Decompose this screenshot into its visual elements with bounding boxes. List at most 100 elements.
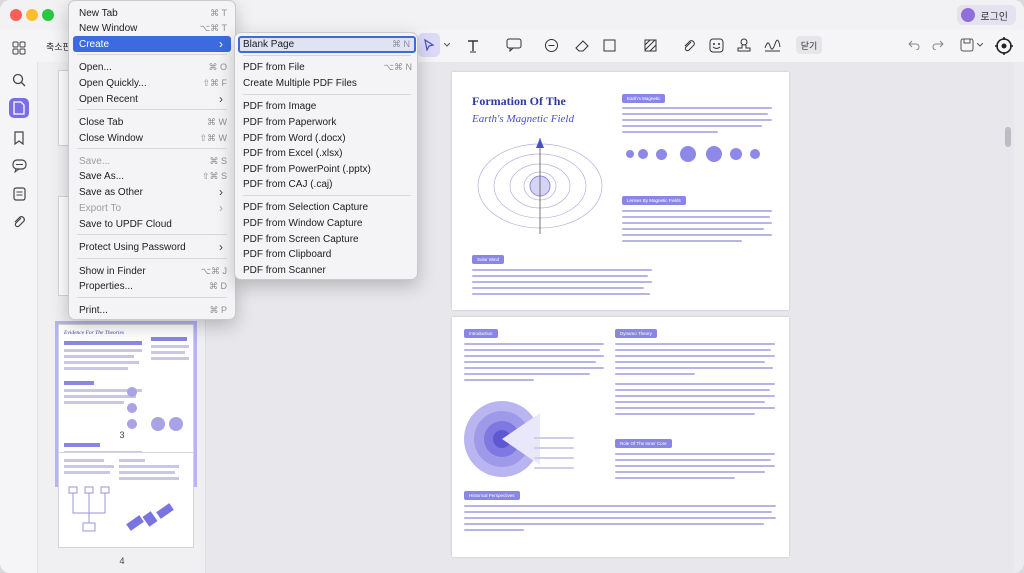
submenu-item-pdf-from-window-capture[interactable]: PDF from Window Capture <box>238 215 416 231</box>
forms-button[interactable] <box>9 184 29 204</box>
section-chip: Dynamo Theory <box>615 329 657 338</box>
menu-item-create[interactable]: Create › <box>73 36 231 52</box>
menu-item-save-to-cloud[interactable]: Save to UPDF Cloud <box>73 216 231 232</box>
submenu-item-blank-page[interactable]: Blank Page ⌘ N <box>238 36 416 53</box>
save-icon[interactable] <box>960 38 974 52</box>
menu-item-open-recent[interactable]: Open Recent › <box>73 91 231 107</box>
menu-item-label: Save to UPDF Cloud <box>79 218 172 230</box>
menu-item-label: PDF from File <box>243 61 305 73</box>
rectangle-tool-icon[interactable] <box>603 39 616 52</box>
chevron-right-icon: › <box>219 240 223 254</box>
menu-item-label: PDF from Image <box>243 100 317 112</box>
vertical-scrollbar[interactable] <box>1005 127 1011 147</box>
app-window: 로그인 축소판 닫기 Evidence For The Theories 3 4… <box>0 0 1024 573</box>
chevron-right-icon: › <box>219 37 223 51</box>
menu-item-label: Print... <box>79 304 108 316</box>
chevron-down-icon[interactable] <box>444 43 450 47</box>
zoom-window-button[interactable] <box>42 9 54 21</box>
close-button[interactable]: 닫기 <box>796 36 822 54</box>
section-chip: Historical Perspectives <box>464 491 520 500</box>
select-tool-button[interactable] <box>418 33 440 57</box>
thumbnail-page-number: 4 <box>119 556 125 566</box>
menu-item-print[interactable]: Print... ⌘ P <box>73 302 231 318</box>
submenu-item-pdf-from-paperwork[interactable]: PDF from Paperwork <box>238 114 416 130</box>
attachment-icon[interactable] <box>682 38 696 53</box>
redo-icon[interactable] <box>932 40 944 50</box>
minimize-window-button[interactable] <box>26 9 38 21</box>
section-chip: Solar Wind <box>472 255 505 264</box>
search-icon <box>12 73 26 87</box>
magnetic-field-diagram <box>477 138 603 234</box>
menu-item-show-in-finder[interactable]: Show in Finder ⌥⌘ J <box>73 263 231 279</box>
thumbnail-grid-button[interactable] <box>9 38 29 58</box>
menu-item-close-tab[interactable]: Close Tab ⌘ W <box>73 114 231 130</box>
submenu-item-pdf-from-excel[interactable]: PDF from Excel (.xlsx) <box>238 145 416 161</box>
menu-item-save-as-other[interactable]: Save as Other › <box>73 184 231 200</box>
page-heading: Formation Of The <box>472 94 566 108</box>
menu-item-new-tab[interactable]: New Tab ⌘ T <box>73 5 231 21</box>
hatch-area-icon[interactable] <box>644 39 657 52</box>
menu-item-properties[interactable]: Properties... ⌘ D <box>73 278 231 294</box>
menu-item-label: Save As... <box>79 170 125 182</box>
menu-separator <box>243 94 411 95</box>
menu-item-label: Open Quickly... <box>79 77 147 89</box>
close-window-button[interactable] <box>10 9 22 21</box>
menu-item-label: Properties... <box>79 280 133 292</box>
pdf-page-1: Formation Of The Earth's Magnetic Field … <box>452 72 789 310</box>
submenu-item-pdf-from-caj[interactable]: PDF from CAJ (.caj) <box>238 176 416 192</box>
submenu-item-pdf-from-scanner[interactable]: PDF from Scanner <box>238 262 416 278</box>
submenu-item-pdf-from-screen-capture[interactable]: PDF from Screen Capture <box>238 231 416 247</box>
submenu-item-create-multiple-pdf[interactable]: Create Multiple PDF Files <box>238 75 416 91</box>
comments-button[interactable] <box>9 156 29 176</box>
menu-item-protect-password[interactable]: Protect Using Password › <box>73 239 231 255</box>
menu-item-new-window[interactable]: New Window ⌥⌘ T <box>73 20 231 36</box>
menu-item-close-window[interactable]: Close Window ⇧⌘ W <box>73 130 231 146</box>
page-thumbnail-4[interactable] <box>58 452 194 548</box>
submenu-item-pdf-from-clipboard[interactable]: PDF from Clipboard <box>238 246 416 262</box>
section-chip: Lenses By Magnetic Fields <box>622 196 686 205</box>
note-tool-icon[interactable] <box>544 38 559 53</box>
comment-tool-icon[interactable] <box>506 38 522 52</box>
submenu-item-pdf-from-selection-capture[interactable]: PDF from Selection Capture <box>238 199 416 215</box>
menu-item-label: Show in Finder <box>79 265 146 277</box>
submenu-item-pdf-from-word[interactable]: PDF from Word (.docx) <box>238 130 416 146</box>
document-icon <box>13 101 25 115</box>
undo-icon[interactable] <box>908 40 920 50</box>
pages-button[interactable] <box>9 98 29 118</box>
signature-icon[interactable] <box>764 38 781 53</box>
text-tool-icon[interactable] <box>466 39 480 53</box>
chevron-down-icon[interactable] <box>977 43 983 47</box>
sticker-icon[interactable] <box>709 38 724 53</box>
ai-assistant-icon[interactable] <box>994 36 1014 56</box>
stamp-icon[interactable] <box>737 38 751 53</box>
thumbnail-page-number: 3 <box>119 430 125 440</box>
menu-item-shortcut: ⌘ T <box>210 7 227 18</box>
menu-item-label: Create <box>79 38 110 50</box>
menu-item-save: Save... ⌘ S <box>73 153 231 169</box>
menu-item-open-quickly[interactable]: Open Quickly... ⇧⌘ F <box>73 75 231 91</box>
menu-item-label: PDF from Window Capture <box>243 217 363 229</box>
comment-list-icon <box>11 159 27 173</box>
section-chip: Earth's Magnetic <box>622 94 666 103</box>
menu-item-save-as[interactable]: Save As... ⇧⌘ S <box>73 168 231 184</box>
menu-item-label: Export To <box>79 202 122 214</box>
bookmarks-button[interactable] <box>9 128 29 148</box>
eraser-tool-icon[interactable] <box>574 39 590 52</box>
menu-item-open[interactable]: Open... ⌘ O <box>73 59 231 75</box>
submenu-item-pdf-from-file[interactable]: PDF from File ⌥⌘ N <box>238 59 416 75</box>
submenu-item-pdf-from-image[interactable]: PDF from Image <box>238 98 416 114</box>
attachments-button[interactable] <box>9 212 29 232</box>
menu-item-label: Save... <box>79 155 111 167</box>
menu-item-label: Close Window <box>79 132 143 144</box>
paperclip-icon <box>14 216 25 228</box>
grid-icon <box>12 41 26 55</box>
search-button[interactable] <box>9 70 29 90</box>
chevron-right-icon: › <box>219 92 223 106</box>
menu-separator <box>77 54 227 55</box>
menu-item-label: Open Recent <box>79 93 138 105</box>
login-button[interactable]: 로그인 <box>957 5 1016 25</box>
submenu-item-pdf-from-powerpoint[interactable]: PDF from PowerPoint (.pptx) <box>238 161 416 177</box>
thumbnail-title: Evidence For The Theories <box>64 330 125 336</box>
menu-item-label: New Tab <box>79 7 118 19</box>
menu-item-shortcut: ⌘ W <box>207 116 227 127</box>
